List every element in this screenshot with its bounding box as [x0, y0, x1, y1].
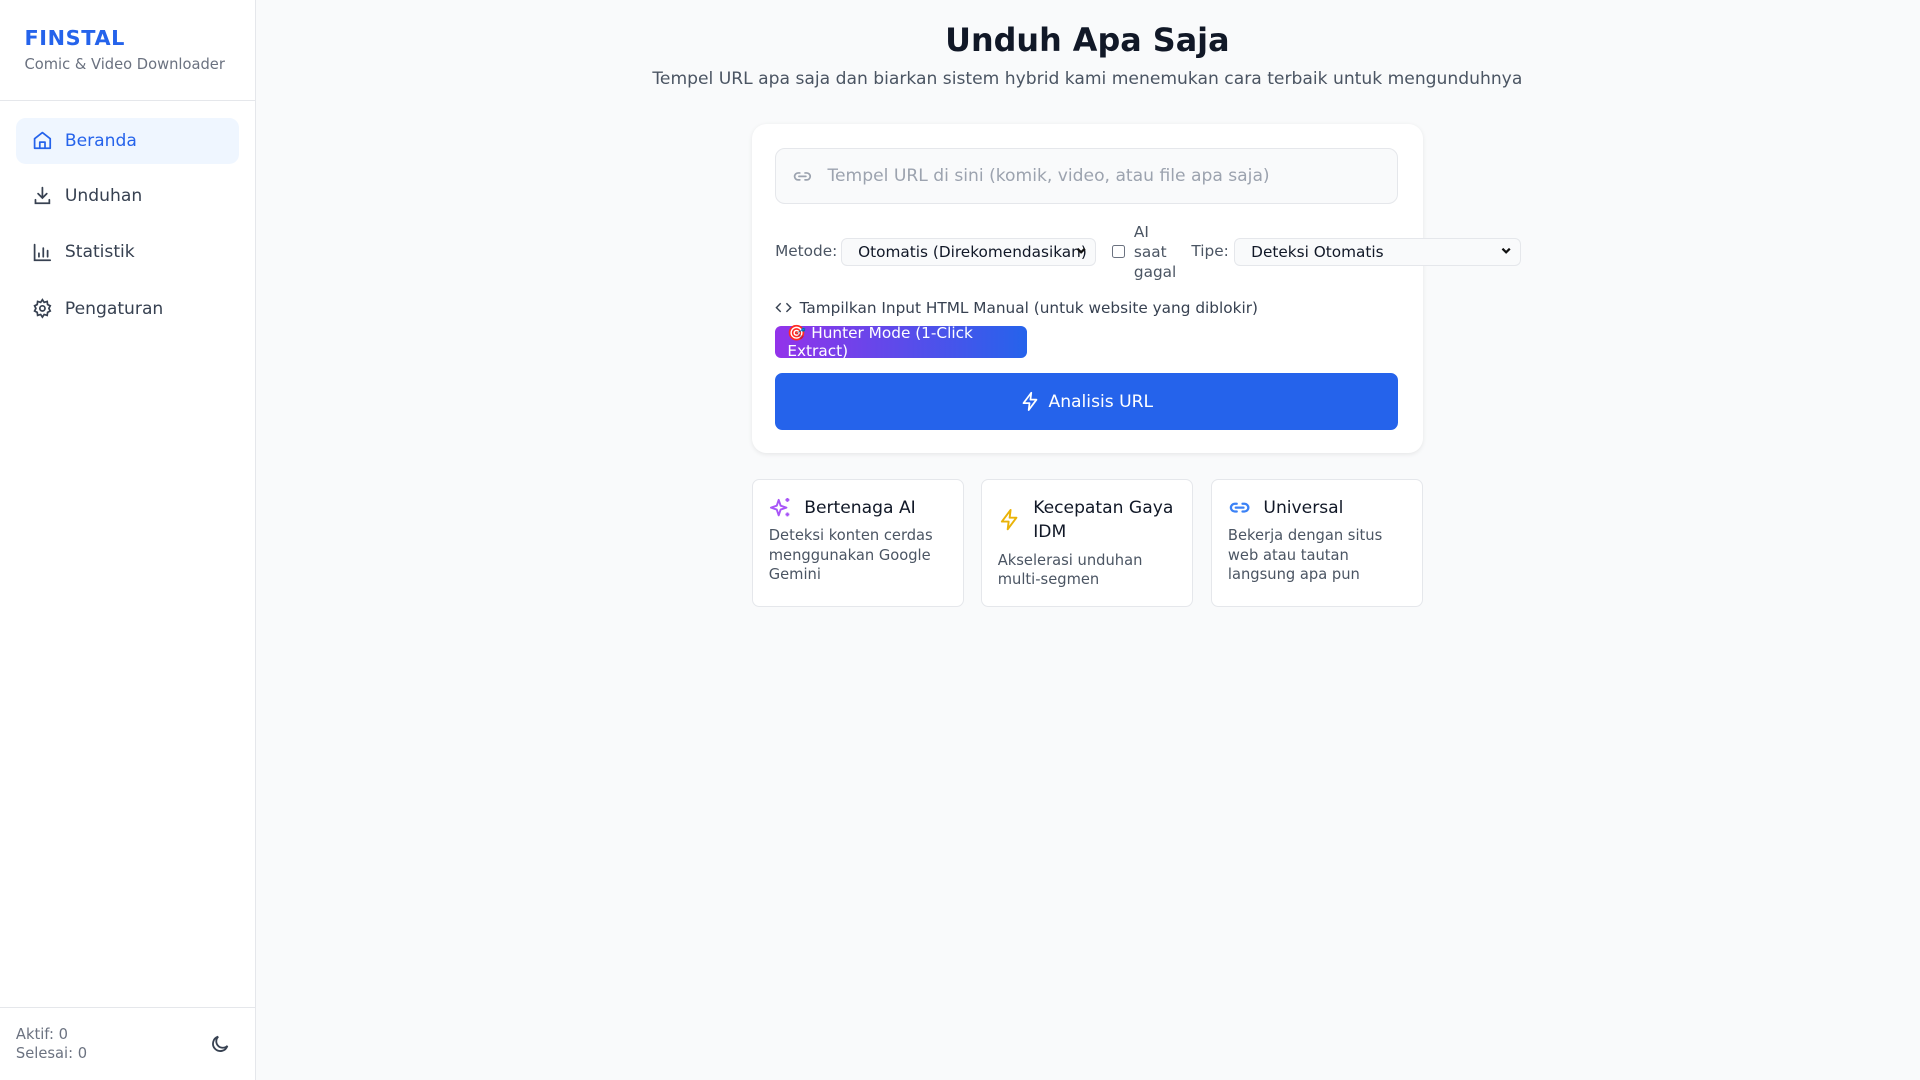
bolt-icon — [1022, 392, 1038, 412]
feature-title: Bertenaga AI — [804, 497, 916, 518]
chevron-down-icon — [1501, 247, 1511, 254]
type-select[interactable]: Deteksi Otomatis — [1234, 237, 1521, 266]
sidebar-item-pengaturan[interactable]: Pengaturan — [16, 285, 239, 332]
sparkles-icon — [769, 497, 790, 517]
method-select[interactable]: Otomatis (Direkomendasikan) — [841, 237, 1096, 266]
gear-icon — [33, 298, 52, 319]
moon-icon[interactable] — [209, 1033, 231, 1055]
feature-desc: Deteksi konten cerdas menggunakan Google… — [768, 527, 933, 584]
page-title: Unduh Apa Saja — [945, 20, 1230, 59]
feature-card-ai: Bertenaga AI Deteksi konten cerdas mengg… — [751, 478, 964, 608]
bolt-icon — [1000, 508, 1018, 531]
type-value: Deteksi Otomatis — [1251, 242, 1384, 261]
analyze-url-label: Analisis URL — [1048, 391, 1154, 412]
feature-title: Kecepatan Gaya IDM — [1033, 497, 1174, 543]
method-label: Metode: — [775, 242, 838, 261]
sidebar-item-label: Statistik — [64, 242, 135, 263]
page-subtitle: Tempel URL apa saja dan biarkan sistem h… — [652, 68, 1523, 89]
sidebar-item-beranda[interactable]: Beranda — [15, 117, 239, 165]
active-count: Aktif: 0 — [15, 1025, 68, 1043]
link-icon — [793, 171, 812, 181]
sidebar-item-label: Beranda — [64, 130, 137, 151]
feature-card-speed: Kecepatan Gaya IDM Akselerasi unduhan mu… — [980, 478, 1193, 608]
sidebar-item-label: Pengaturan — [64, 298, 164, 319]
ai-fallback-checkbox[interactable] — [1111, 244, 1126, 259]
divider — [0, 100, 255, 102]
manual-html-toggle[interactable]: Tampilkan Input HTML Manual (untuk websi… — [775, 299, 1258, 317]
method-value: Otomatis (Direkomendasikan) — [858, 242, 1087, 261]
brand-logo: FINSTAL — [24, 25, 126, 50]
url-card: Metode: Otomatis (Direkomendasikan) AI s… — [751, 123, 1521, 454]
bar-chart-icon — [33, 243, 51, 261]
sidebar-footer: Aktif: 0 Selesai: 0 — [0, 1006, 255, 1080]
url-input[interactable] — [825, 165, 1369, 188]
code-icon — [775, 302, 792, 313]
sidebar-item-statistik[interactable]: Statistik — [16, 229, 239, 276]
link-icon — [1229, 502, 1250, 513]
ai-fallback-word: saat — [1133, 242, 1167, 261]
url-field[interactable] — [775, 148, 1399, 205]
feature-desc: Bekerja dengan situs web atau tautan lan… — [1227, 527, 1383, 584]
sidebar-item-label: Unduhan — [64, 185, 143, 206]
feature-desc: Akselerasi unduhan multi-segmen — [997, 551, 1143, 589]
sidebar-item-unduhan[interactable]: Unduhan — [16, 173, 239, 220]
type-label: Tipe: — [1191, 242, 1229, 261]
chevron-down-icon — [1076, 247, 1086, 254]
manual-html-label: Tampilkan Input HTML Manual (untuk websi… — [799, 298, 1258, 317]
analyze-url-button[interactable]: Analisis URL — [775, 373, 1399, 430]
ai-fallback-label: AI saat gagal — [1134, 222, 1176, 283]
sidebar: FINSTAL Comic & Video Downloader Beranda… — [0, 0, 256, 1080]
hunter-mode-button[interactable]: 🎯 Hunter Mode (1-Click Extract) — [775, 324, 1028, 360]
ai-fallback-word: gagal — [1133, 263, 1177, 282]
download-icon — [34, 187, 51, 205]
home-icon — [33, 132, 51, 150]
brand-subtitle: Comic & Video Downloader — [24, 56, 225, 74]
ai-fallback-word: AI — [1133, 222, 1149, 241]
done-count: Selesai: 0 — [15, 1045, 88, 1063]
feature-card-universal: Universal Bekerja dengan situs web atau … — [1211, 478, 1423, 608]
feature-title: Universal — [1263, 497, 1344, 518]
